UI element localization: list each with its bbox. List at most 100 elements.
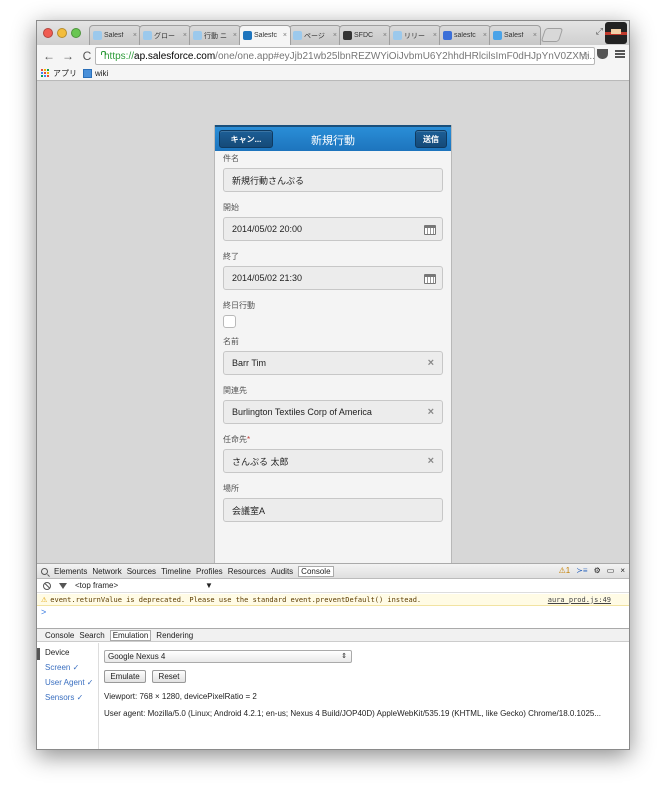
calendar-icon[interactable] — [424, 225, 436, 235]
browser-tab[interactable]: SFDC × — [339, 25, 391, 45]
tab-close-icon[interactable]: × — [183, 32, 187, 39]
drawer-tab-search[interactable]: Search — [79, 631, 104, 640]
tab-resources[interactable]: Resources — [228, 567, 266, 576]
pocket-icon[interactable] — [597, 49, 608, 59]
frame-selector[interactable]: <top frame> — [75, 581, 205, 590]
allday-checkbox[interactable] — [223, 315, 236, 328]
profile-avatar[interactable] — [605, 22, 627, 44]
warning-count-badge[interactable]: ⚠1 — [559, 566, 571, 575]
device-select-value: Google Nexus 4 — [108, 652, 166, 661]
tab-label: Salesfc — [254, 32, 277, 39]
emulation-screen-item[interactable]: Screen ✓ — [45, 663, 79, 672]
clear-icon[interactable]: × — [428, 406, 434, 418]
console-prompt[interactable]: > — [41, 607, 46, 617]
menu-icon[interactable] — [615, 49, 625, 59]
browser-toolbar: ← → C https:// ap.salesforce.com /one/on… — [37, 45, 629, 67]
required-marker: * — [247, 435, 251, 444]
window-maximize-button[interactable] — [71, 28, 81, 38]
tab-label: Salesf — [104, 32, 124, 39]
bookmark-wiki[interactable]: wiki — [83, 69, 108, 78]
gear-icon[interactable]: ⚙ — [594, 566, 601, 575]
end-datetime-field[interactable]: 2014/05/02 21:30 — [223, 266, 443, 290]
mobile-emulated-screen: キャン... 新規行動 送信 件名 新規行動さんぷる 開始 2014/05/02… — [214, 125, 452, 583]
browser-tab[interactable]: Salesf × — [489, 25, 541, 45]
console-message: event.returnValue is deprecated. Please … — [50, 595, 422, 604]
drawer-tab-rendering[interactable]: Rendering — [156, 631, 193, 640]
emulation-sidebar: Device Screen ✓ User Agent ✓ Sensors ✓ — [37, 643, 99, 749]
tab-close-icon[interactable]: × — [233, 32, 237, 39]
chevron-down-icon[interactable]: ▼ — [205, 581, 213, 590]
forward-arrow-icon[interactable]: → — [61, 49, 75, 63]
viewport-key: Viewport: — [104, 692, 138, 701]
subject-field[interactable]: 新規行動さんぷる — [223, 168, 443, 192]
window-close-button[interactable] — [43, 28, 53, 38]
tab-close-icon[interactable]: × — [433, 32, 437, 39]
tab-elements[interactable]: Elements — [54, 567, 87, 576]
drawer-tab-bar: Console Search Emulation Rendering — [37, 628, 629, 642]
warning-count: 1 — [565, 566, 571, 575]
browser-tab[interactable]: ページ × — [289, 25, 341, 45]
name-lookup-field[interactable]: Barr Tim × — [223, 351, 443, 375]
new-tab-button[interactable] — [540, 28, 564, 42]
location-field[interactable]: 会議室A — [223, 498, 443, 522]
location-label: 場所 — [223, 484, 239, 493]
emulation-useragent-item[interactable]: User Agent ✓ — [45, 678, 94, 687]
assigned-lookup-field[interactable]: さんぷる 太郎 × — [223, 449, 443, 473]
tab-network[interactable]: Network — [92, 567, 121, 576]
reset-button[interactable]: Reset — [152, 670, 186, 683]
browser-tab[interactable]: Salesf × — [89, 25, 141, 45]
warning-icon: ⚠ — [41, 596, 48, 604]
send-button[interactable]: 送信 — [415, 130, 447, 148]
clear-icon[interactable]: × — [428, 357, 434, 369]
tab-close-icon[interactable]: × — [333, 32, 337, 39]
address-bar[interactable]: https:// ap.salesforce.com /one/one.app#… — [95, 47, 595, 65]
filter-funnel-icon[interactable] — [59, 582, 67, 589]
browser-tab[interactable]: salesfc × — [439, 25, 491, 45]
emulation-device-item[interactable]: Device — [45, 648, 69, 657]
reload-icon[interactable]: C — [80, 49, 94, 63]
tab-profiles[interactable]: Profiles — [196, 567, 223, 576]
window-minimize-button[interactable] — [57, 28, 67, 38]
drawer-tab-emulation[interactable]: Emulation — [109, 629, 152, 641]
browser-tab[interactable]: リリー × — [389, 25, 441, 45]
fullscreen-icon[interactable]: ⤢ — [596, 26, 603, 37]
tab-timeline[interactable]: Timeline — [161, 567, 191, 576]
browser-tab[interactable]: 行動 ニ × — [189, 25, 241, 45]
tab-close-icon[interactable]: × — [483, 32, 487, 39]
drawer-tab-console[interactable]: Console — [45, 631, 74, 640]
console-source-link[interactable]: aura_prod.js:49 — [548, 596, 611, 604]
start-datetime-field[interactable]: 2014/05/02 20:00 — [223, 217, 443, 241]
device-select[interactable]: Google Nexus 4 ⇕ — [104, 650, 352, 663]
sf-app-icon — [493, 31, 502, 40]
tab-close-icon[interactable]: × — [133, 32, 137, 39]
avatar-face-shape — [611, 29, 621, 34]
bookmark-label: アプリ — [53, 69, 77, 78]
salesforce-icon — [243, 31, 252, 40]
console-drawer-icon[interactable]: ≻≡ — [576, 566, 587, 575]
ua-value: Mozilla/5.0 (Linux; Android 4.2.1; en-us… — [147, 709, 602, 718]
tab-close-icon[interactable]: × — [283, 32, 287, 39]
bookmark-apps[interactable]: アプリ — [41, 68, 77, 79]
emulate-button[interactable]: Emulate — [104, 670, 146, 683]
tab-console[interactable]: Console — [298, 565, 334, 577]
inspect-search-icon[interactable] — [41, 567, 48, 575]
tab-close-icon[interactable]: × — [533, 32, 537, 39]
cloud-icon — [93, 31, 102, 40]
start-label: 開始 — [223, 203, 239, 212]
clear-icon[interactable]: × — [428, 455, 434, 467]
tab-sources[interactable]: Sources — [127, 567, 156, 576]
browser-tab[interactable]: グロー × — [139, 25, 191, 45]
clear-console-icon[interactable] — [43, 581, 51, 590]
tab-audits[interactable]: Audits — [271, 567, 293, 576]
emulation-sensors-item[interactable]: Sensors ✓ — [45, 693, 83, 702]
close-icon[interactable]: × — [620, 566, 625, 575]
related-lookup-field[interactable]: Burlington Textiles Corp of America × — [223, 400, 443, 424]
bookmark-star-icon[interactable]: ☆ — [579, 49, 590, 63]
tab-close-icon[interactable]: × — [383, 32, 387, 39]
calendar-icon[interactable] — [424, 274, 436, 284]
dock-icon[interactable]: ▭ — [607, 566, 615, 575]
apps-grid-icon — [41, 69, 50, 78]
browser-tab-active[interactable]: Salesfc × — [239, 25, 291, 45]
back-arrow-icon[interactable]: ← — [42, 49, 56, 63]
tab-label: グロー — [154, 32, 175, 40]
